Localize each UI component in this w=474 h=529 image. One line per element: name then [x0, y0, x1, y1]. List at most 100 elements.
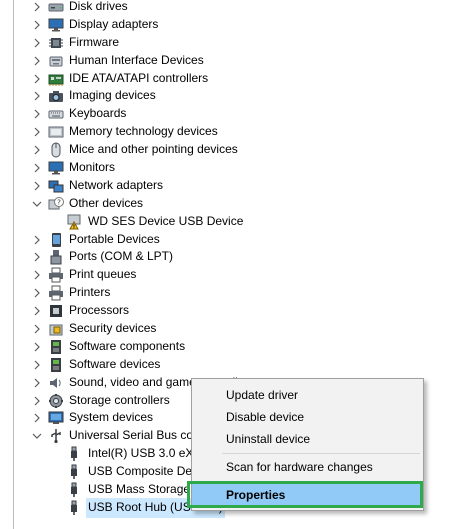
menu-item-update-driver[interactable]: Update driver	[192, 384, 423, 406]
chevron-right-icon[interactable]	[31, 338, 43, 356]
chevron-right-icon[interactable]	[31, 141, 43, 159]
tree-item-label: Software devices	[69, 356, 161, 371]
tree-item-label: Imaging devices	[69, 88, 156, 103]
tree-category-item[interactable]: Print queues	[0, 266, 474, 284]
menu-item-uninstall-device[interactable]: Uninstall device	[192, 428, 423, 450]
disk-drive-icon	[48, 0, 64, 15]
chevron-right-icon[interactable]	[31, 266, 43, 284]
menu-item-disable-device[interactable]: Disable device	[192, 406, 423, 428]
chevron-right-icon[interactable]	[31, 16, 43, 34]
tree-category-item[interactable]: ? Other devices	[0, 195, 474, 213]
chevron-right-icon[interactable]	[31, 374, 43, 392]
chevron-right-icon[interactable]	[31, 177, 43, 195]
system-icon	[48, 410, 64, 426]
tree-category-item[interactable]: Network adapters	[0, 177, 474, 195]
tree-item-label: System devices	[69, 410, 154, 425]
tree-item-label: Storage controllers	[69, 392, 170, 407]
device-manager-tree-view: Disk drives Display adapters Firmware Human…	[0, 0, 474, 529]
menu-item-properties[interactable]: Properties	[192, 484, 423, 506]
ide-controller-icon	[48, 71, 64, 87]
tree-category-item[interactable]: Software components	[0, 338, 474, 356]
menu-item-scan-hardware[interactable]: Scan for hardware changes	[192, 456, 423, 478]
chevron-right-icon[interactable]	[31, 409, 43, 427]
tree-item-label: IDE ATA/ATAPI controllers	[69, 70, 209, 85]
tree-item-label: Mice and other pointing devices	[69, 142, 238, 157]
printer-icon	[48, 267, 64, 283]
tree-item-label: Security devices	[69, 321, 157, 336]
tree-category-item[interactable]: Ports (COM & LPT)	[0, 248, 474, 266]
usb-plug-icon	[66, 482, 82, 498]
network-icon	[48, 178, 64, 194]
chevron-down-icon[interactable]	[31, 195, 43, 213]
chevron-right-icon[interactable]	[31, 320, 43, 338]
tree-category-item[interactable]: Processors	[0, 302, 474, 320]
tree-category-item[interactable]: Software devices	[0, 356, 474, 374]
chevron-right-icon[interactable]	[31, 0, 43, 16]
tree-item-label: Keyboards	[69, 106, 127, 121]
mouse-icon	[48, 142, 64, 158]
tree-category-item[interactable]: Keyboards	[0, 105, 474, 123]
chevron-right-icon[interactable]	[31, 302, 43, 320]
printer-icon	[48, 285, 64, 301]
chevron-right-icon[interactable]	[31, 87, 43, 105]
tree-item-label: Printers	[69, 285, 111, 300]
tree-category-item[interactable]: Display adapters	[0, 16, 474, 34]
monitor-icon	[48, 160, 64, 176]
tree-item-label: Memory technology devices	[69, 124, 218, 139]
chevron-right-icon[interactable]	[31, 70, 43, 88]
tree-item-label: Disk drives	[69, 0, 128, 13]
tree-item-label: Processors	[69, 303, 130, 318]
tree-category-item[interactable]: Human Interface Devices	[0, 52, 474, 70]
usb-plug-icon	[66, 446, 82, 462]
tree-category-item[interactable]: Imaging devices	[0, 87, 474, 105]
tree-item-label: Human Interface Devices	[69, 52, 204, 67]
chevron-right-icon[interactable]	[31, 34, 43, 52]
tree-category-item[interactable]: Monitors	[0, 159, 474, 177]
tree-item-label: Other devices	[69, 195, 144, 210]
tree-item-label: Software components	[69, 338, 186, 353]
usb-controller-icon	[48, 428, 64, 444]
memory-icon	[48, 124, 64, 140]
tree-category-item[interactable]: IDE ATA/ATAPI controllers	[0, 70, 474, 88]
tree-item-label: Display adapters	[69, 16, 159, 31]
processor-icon	[48, 303, 64, 319]
chevron-right-icon[interactable]	[31, 52, 43, 70]
tree-item-label: WD SES Device USB Device	[88, 213, 244, 228]
software-icon	[48, 357, 64, 373]
menu-separator	[222, 453, 420, 454]
keyboard-icon	[48, 106, 64, 122]
chip-icon	[48, 35, 64, 51]
tree-category-item[interactable]: Memory technology devices	[0, 123, 474, 141]
storage-controller-icon	[48, 393, 64, 409]
chevron-right-icon[interactable]	[31, 248, 43, 266]
chevron-right-icon[interactable]	[31, 123, 43, 141]
tree-item-label: Print queues	[69, 267, 137, 282]
chevron-right-icon[interactable]	[31, 284, 43, 302]
chevron-right-icon[interactable]	[31, 159, 43, 177]
chevron-down-icon[interactable]	[31, 427, 43, 445]
tree-item-label: Network adapters	[69, 177, 164, 192]
tree-category-item[interactable]: Mice and other pointing devices	[0, 141, 474, 159]
menu-separator	[222, 481, 420, 482]
usb-plug-icon	[66, 464, 82, 480]
tree-device-item[interactable]: WD SES Device USB Device	[0, 213, 474, 231]
chevron-right-icon[interactable]	[31, 231, 43, 249]
tree-category-item[interactable]: Firmware	[0, 34, 474, 52]
monitor-icon	[48, 17, 64, 33]
tree-category-item[interactable]: Security devices	[0, 320, 474, 338]
chevron-right-icon[interactable]	[31, 356, 43, 374]
warning-device-icon	[66, 214, 82, 230]
unknown-device-icon: ?	[48, 196, 64, 212]
tree-category-item[interactable]: Portable Devices	[0, 231, 474, 249]
tree-category-item[interactable]: Disk drives	[0, 0, 474, 16]
portable-device-icon	[48, 232, 64, 248]
port-icon	[48, 249, 64, 265]
svg-text:?: ?	[57, 198, 61, 206]
security-icon	[48, 321, 64, 337]
software-icon	[48, 339, 64, 355]
chevron-right-icon[interactable]	[31, 392, 43, 410]
chevron-right-icon[interactable]	[31, 105, 43, 123]
tree-category-item[interactable]: Printers	[0, 284, 474, 302]
camera-icon	[48, 88, 64, 104]
tree-item-label: Ports (COM & LPT)	[69, 249, 174, 264]
